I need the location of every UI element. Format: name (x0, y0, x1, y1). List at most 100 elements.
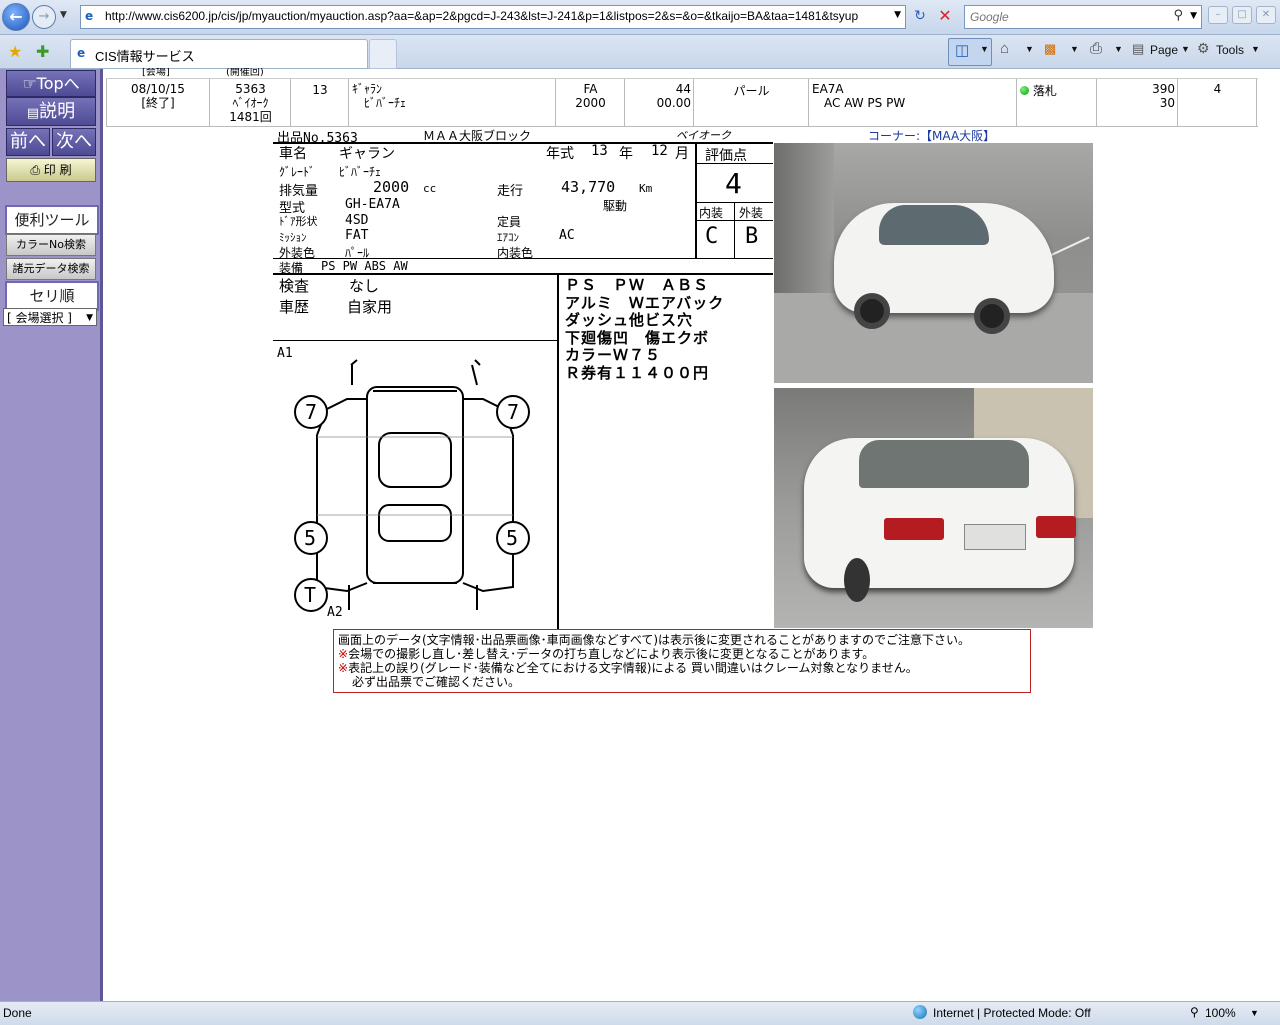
lot-text: 5363 (235, 82, 266, 96)
damage-mark-front-left: 7 (305, 400, 318, 424)
car-photo-front[interactable] (774, 143, 1093, 383)
table-row[interactable]: 08/10/15 [終了] 5363 ﾍﾞｲｵｰｸ 1481回 13 ｷﾞｬﾗﾝ… (106, 79, 1258, 127)
cell-shift: FA 2000 (557, 79, 625, 126)
mission-value: FAT (345, 228, 369, 243)
search-dropdown[interactable]: ▼ (1190, 11, 1197, 21)
help-label: 説明 (39, 101, 76, 122)
rss-icon[interactable]: ▩ (1044, 41, 1056, 57)
print-dropdown[interactable]: ▼ (1114, 44, 1123, 54)
address-bar[interactable]: e http://www.cis6200.jp/cis/jp/myauction… (80, 5, 906, 29)
cell-year: 13 (292, 79, 349, 126)
note-line: ＰＳ ＰＷ ＡＢＳ (565, 276, 710, 294)
ac-label: ｴｱｺﾝ (497, 231, 519, 244)
damage-mark-front-right: 7 (507, 400, 520, 424)
score-text: 4 (1213, 82, 1222, 96)
search-icon[interactable]: ⚲ (1173, 8, 1183, 23)
venue-select-value: [ 会場選択 ] (7, 311, 72, 325)
forward-button[interactable]: → (32, 5, 56, 29)
page-dropdown[interactable]: ▼ (1181, 44, 1190, 54)
minimize-button[interactable]: – (1208, 6, 1228, 24)
feeds-icon[interactable]: ◫ (955, 41, 969, 59)
home-icon[interactable]: ⌂ (1000, 40, 1009, 57)
gear-icon: ⚙ (1197, 40, 1210, 56)
tab-bar: ★ ✚ e CIS情報サービス ◫ ▼ ⌂ ▼ ▩ ▼ ⎙ ▼ ▤ Page ▼… (0, 35, 1280, 69)
car-name-label: 車名 (279, 146, 307, 162)
notes-box: ＰＳ ＰＷ ＡＢＳ アルミ Ｗエアバック ダッシュ他ビス穴 下廻傷凹 傷エクボ … (565, 276, 724, 382)
top-button[interactable]: ☞Topへ (6, 70, 96, 97)
url-text[interactable]: http://www.cis6200.jp/cis/jp/myauction/m… (105, 9, 891, 23)
tools-dropdown[interactable]: ▼ (1251, 44, 1260, 54)
new-tab-button[interactable] (369, 39, 397, 69)
displacement-value: 2000 (373, 178, 410, 196)
cell-lot: 5363 ﾍﾞｲｵｰｸ 1481回 (211, 79, 291, 126)
stop-button[interactable]: ✕ (934, 5, 956, 27)
help-button[interactable]: ▤説明 (6, 97, 96, 126)
recent-pages-dropdown[interactable]: ▼ (60, 10, 67, 20)
book-icon: ▤ (26, 106, 40, 121)
search-placeholder: Google (970, 10, 1009, 24)
close-button[interactable]: ✕ (1256, 6, 1276, 24)
color-text: パール (733, 84, 770, 98)
listing-header-strip: [会場] (開催回) (106, 68, 1258, 79)
globe-icon (913, 1005, 927, 1019)
print-icon[interactable]: ⎙ (1090, 40, 1102, 57)
note-line: Ｒ券有１１４００円 (565, 363, 710, 382)
cell-score: 4 (1179, 79, 1257, 126)
session-text: 1481回 (229, 110, 272, 124)
door-label: ﾄﾞｱ形状 (279, 215, 318, 228)
feeds-dropdown[interactable]: ▼ (980, 44, 989, 54)
car-photo-rear[interactable] (774, 388, 1093, 628)
month-value: 12 (651, 143, 668, 159)
zoom-dropdown[interactable]: ▼ (1250, 1008, 1259, 1018)
notice-line-2: 会場での撮影し直し･差し替え･データの打ち直しなどにより表示後に変更となることが… (348, 647, 875, 661)
month-unit: 月 (675, 146, 689, 162)
status-bar: Done Internet | Protected Mode: Off ⚲ 10… (0, 1001, 1280, 1025)
mileage-label: 走行 (497, 184, 524, 199)
print-button[interactable]: ⎙ 印 刷 (6, 158, 96, 182)
venue-select[interactable]: [ 会場選択 ] ▼ (3, 308, 97, 326)
grade-text: ﾋﾞﾊﾞｰﾁｪ (364, 96, 407, 110)
auction-sheet: 出品No.5363 ＭＡＡ大阪ブロック ベイオーク 車名 ギャラン 年式 13 … (273, 127, 775, 629)
back-button[interactable]: ← (2, 3, 30, 31)
home-dropdown[interactable]: ▼ (1025, 44, 1034, 54)
prev-button[interactable]: 前へ (6, 128, 50, 156)
maximize-button[interactable]: □ (1232, 6, 1252, 24)
zoom-level[interactable]: 100% (1205, 1006, 1236, 1020)
note-line: ダッシュ他ビス穴 (565, 311, 694, 329)
top-label: Topへ (36, 74, 80, 93)
tab-title: CIS情報サービス (95, 49, 195, 64)
spec-data-search-button[interactable]: 諸元データ検索 (6, 258, 96, 280)
search-input[interactable]: Google ⚲ ▼ (964, 5, 1202, 29)
notice-line-3: 表記上の誤り(グレード･装備など全てにおける文字情報)による 買い間違いはクレー… (348, 661, 918, 675)
color-no-search-button[interactable]: カラーNo検索 (6, 234, 96, 256)
tools-menu[interactable]: Tools (1216, 43, 1244, 57)
status-text: Done (3, 1006, 32, 1020)
grade-label: ｸﾞﾚｰﾄﾞ (279, 165, 316, 179)
score-value: 4 (725, 167, 742, 200)
tab-page-icon: e (77, 46, 86, 60)
address-dropdown[interactable]: ▼ (894, 10, 901, 20)
bayauc-logo: ベイオーク (676, 129, 731, 142)
cell-color: パール (695, 79, 809, 126)
add-favorites-icon[interactable]: ✚ (36, 42, 49, 61)
cell-result: 落札 (1018, 79, 1097, 126)
next-button[interactable]: 次へ (52, 128, 96, 156)
cc-text: 2000 (575, 96, 606, 110)
auction-order-button[interactable]: セリ順 (5, 281, 99, 311)
mileage-unit: Km (639, 182, 653, 195)
car-name: ギャラン (339, 146, 395, 162)
history-label: 車歴 (279, 298, 310, 316)
drive-label: 駆動 (603, 199, 628, 213)
venue-text: ﾍﾞｲｵｰｸ (232, 96, 269, 110)
refresh-button[interactable]: ↻ (908, 5, 932, 27)
sidebar: ☞Topへ ▤説明 前へ 次へ ⎙ 印 刷 便利ツール カラーNo検索 諸元デー… (0, 69, 103, 1001)
model-type-value: GH-EA7A (345, 197, 400, 212)
year-label: 年式 (546, 146, 574, 162)
tab-cis[interactable]: e CIS情報サービス (70, 39, 368, 68)
notice-mark: ※ (338, 661, 349, 675)
rss-dropdown[interactable]: ▼ (1070, 44, 1079, 54)
printer-icon: ⎙ (30, 163, 40, 177)
favorites-star-icon[interactable]: ★ (8, 42, 22, 61)
corner-value: 【MAA大阪】 (920, 129, 996, 143)
page-menu[interactable]: Page (1150, 43, 1178, 57)
